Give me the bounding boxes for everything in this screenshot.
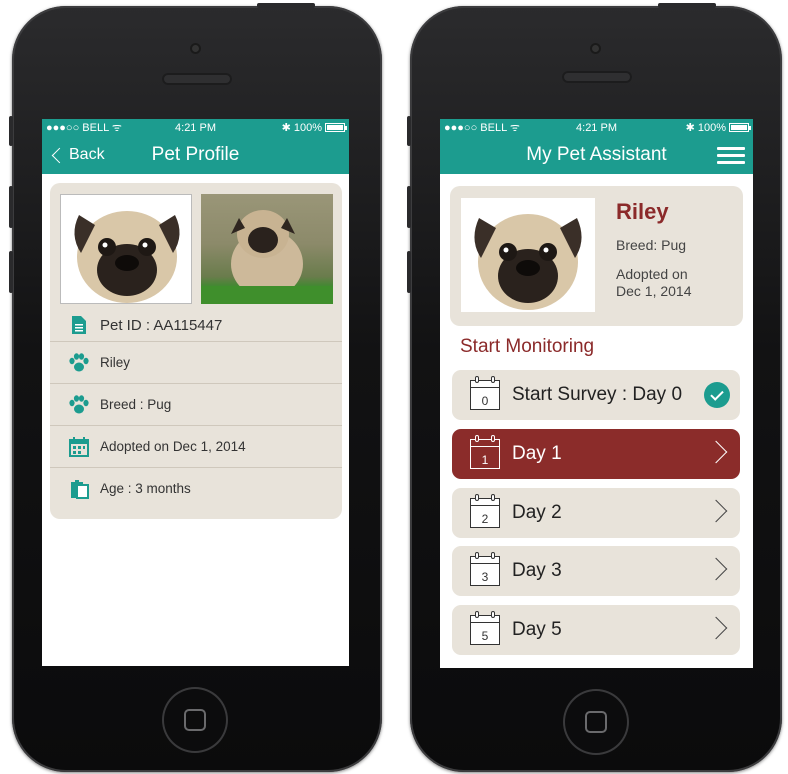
- day-label: Day 2: [512, 502, 562, 523]
- pet-name: Riley: [616, 199, 669, 224]
- checkmark-icon: [704, 382, 730, 408]
- earpiece-speaker: [162, 73, 232, 85]
- pet-id-text: Pet ID : AA115447: [100, 316, 223, 334]
- document-icon: [68, 315, 90, 335]
- day-item-5[interactable]: 5 Day 5: [452, 605, 740, 655]
- home-button[interactable]: [563, 689, 629, 755]
- calendar-icon: 5: [470, 611, 500, 645]
- calendar-icon: [68, 436, 90, 457]
- home-button[interactable]: [162, 687, 228, 753]
- breed-row: Breed : Pug: [50, 383, 342, 425]
- calendar-icon: 3: [470, 552, 500, 586]
- front-camera: [590, 43, 601, 54]
- volume-up-button: [9, 186, 13, 228]
- status-bar: ●●●○○ BELL ᯤ 4:21 PM ✱ 100%: [440, 119, 753, 136]
- chevron-right-icon: [704, 557, 728, 581]
- calendar-icon: 1: [470, 435, 500, 469]
- volume-down-button: [9, 251, 13, 293]
- pet-name-text: Riley: [100, 355, 131, 370]
- calendar-icon: 2: [470, 494, 500, 528]
- pet-profile-card: Pet ID : AA115447 Riley Breed : Pug Adop…: [50, 183, 342, 519]
- day-item-3[interactable]: 3 Day 3: [452, 546, 740, 596]
- section-title: Start Monitoring: [460, 336, 595, 357]
- back-button[interactable]: Back: [50, 136, 105, 174]
- status-bar: ●●●○○ BELL ᯤ 4:21 PM ✱ 100%: [42, 119, 349, 136]
- pet-photo: [461, 198, 595, 312]
- calendar-icon: 0: [470, 376, 500, 410]
- day-label: Day 5: [512, 619, 562, 640]
- battery-icon: [325, 123, 347, 132]
- earpiece-speaker: [562, 71, 632, 83]
- power-button: [257, 3, 315, 8]
- pet-details-list: Pet ID : AA115447 Riley Breed : Pug Adop…: [50, 309, 342, 509]
- pet-name-row: Riley: [50, 341, 342, 383]
- paw-icon: [68, 394, 90, 415]
- volume-down-button: [407, 251, 411, 293]
- mute-switch: [407, 116, 411, 146]
- paw-icon: [68, 352, 90, 373]
- pet-adopted-date: Adopted on Dec 1, 2014: [616, 266, 692, 299]
- hamburger-menu-icon[interactable]: [717, 147, 745, 165]
- chevron-left-icon: [51, 147, 68, 163]
- age-row: Age : 3 months: [50, 467, 342, 509]
- mute-switch: [9, 116, 13, 146]
- volume-up-button: [407, 186, 411, 228]
- status-time: 4:21 PM: [175, 121, 216, 134]
- back-label: Back: [69, 146, 105, 163]
- power-button: [658, 3, 716, 8]
- chevron-right-icon: [704, 440, 728, 464]
- pet-summary-card[interactable]: Riley Breed: Pug Adopted on Dec 1, 2014: [450, 186, 743, 326]
- battery-icon: [729, 123, 751, 132]
- pet-photo-face[interactable]: [60, 194, 192, 304]
- home-square-icon: [585, 711, 607, 733]
- front-camera: [190, 43, 201, 54]
- phone-left: ●●●○○ BELL ᯤ 4:21 PM ✱ 100% Back Pet Pro…: [9, 3, 382, 772]
- day-label: Start Survey : Day 0: [512, 384, 683, 405]
- nav-bar: My Pet Assistant: [440, 136, 753, 174]
- page-title: Pet Profile: [151, 144, 240, 165]
- page-title: My Pet Assistant: [526, 144, 667, 165]
- age-text: Age : 3 months: [100, 481, 191, 496]
- phone-right: ●●●○○ BELL ᯤ 4:21 PM ✱ 100% My Pet Assis…: [407, 3, 782, 772]
- day-item-survey-0[interactable]: 0 Start Survey : Day 0: [452, 370, 740, 420]
- day-label: Day 3: [512, 560, 562, 581]
- adopted-row: Adopted on Dec 1, 2014: [50, 425, 342, 467]
- day-item-2[interactable]: 2 Day 2: [452, 488, 740, 538]
- status-time: 4:21 PM: [576, 121, 617, 134]
- pet-id-row: Pet ID : AA115447: [50, 309, 342, 341]
- chevron-right-icon: [704, 616, 728, 640]
- clipboard-icon: [68, 479, 90, 499]
- pet-breed: Breed: Pug: [616, 237, 687, 253]
- pet-profile-screen: ●●●○○ BELL ᯤ 4:21 PM ✱ 100% Back Pet Pro…: [42, 119, 349, 666]
- home-square-icon: [184, 709, 206, 731]
- day-label: Day 1: [512, 443, 562, 464]
- pet-assistant-screen: ●●●○○ BELL ᯤ 4:21 PM ✱ 100% My Pet Assis…: [440, 119, 753, 668]
- pet-photo-sitting[interactable]: [201, 194, 333, 304]
- day-item-1[interactable]: 1 Day 1: [452, 429, 740, 479]
- nav-bar: Back Pet Profile: [42, 136, 349, 174]
- breed-text: Breed : Pug: [100, 397, 172, 412]
- chevron-right-icon: [704, 499, 728, 523]
- adopted-text: Adopted on Dec 1, 2014: [100, 439, 246, 454]
